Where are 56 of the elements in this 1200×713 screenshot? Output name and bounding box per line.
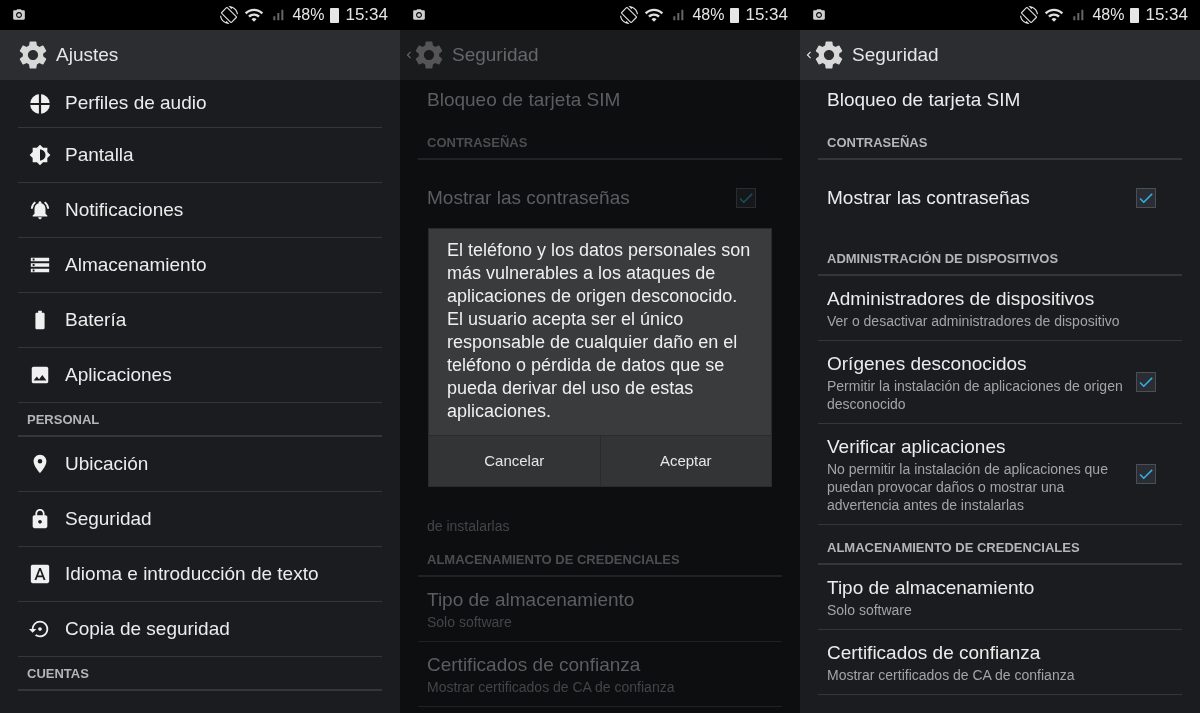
screen-title: Seguridad: [852, 42, 939, 67]
item-summary: de instalarlas: [426, 517, 511, 536]
dialog-button[interactable]: Cancelar: [429, 436, 600, 486]
screen-rotation-icon: [220, 6, 239, 24]
battery-icon: [730, 7, 740, 23]
checkbox[interactable]: [1136, 188, 1156, 208]
clock: 15:34: [1145, 4, 1188, 27]
settings-item[interactable]: Copia de seguridad: [18, 602, 382, 657]
settings-item[interactable]: Notificaciones: [18, 183, 382, 238]
battery-percentage: 48%: [692, 5, 725, 25]
screen-title: Seguridad: [452, 42, 539, 67]
settings-item[interactable]: Mostrar las contraseñas: [818, 160, 1182, 236]
contrast-icon: [29, 144, 51, 166]
battery-icon: [330, 7, 340, 23]
settings-item[interactable]: Perfiles de audio: [18, 80, 382, 128]
font-icon: [29, 563, 51, 585]
settings-item[interactable]: Orígenes desconocidos Permitir la instalación de aplicaciones de origen desconocido: [818, 341, 1182, 424]
settings-item[interactable]: Batería: [18, 293, 382, 348]
section-header: PERSONAL: [27, 410, 100, 429]
settings-item[interactable]: Certificados de confianza Mostrar certificados de CA de confianza: [818, 630, 1182, 695]
settings-item[interactable]: Administradores de dispositivos Ver o desactivar administradores de dispositivo: [818, 276, 1182, 341]
section-header: CONTRASEÑAS: [427, 133, 528, 152]
clock: 15:34: [345, 4, 388, 27]
settings-item[interactable]: Bloqueo de tarjeta SIM: [818, 80, 1182, 120]
battery-percentage: 48%: [292, 5, 325, 25]
checkbox[interactable]: [736, 188, 756, 208]
camera-icon: [412, 8, 426, 22]
bell-icon: [29, 199, 51, 221]
checkbox[interactable]: [1136, 464, 1156, 484]
checkbox[interactable]: [1136, 372, 1156, 392]
section-header: ADMINISTRACIÓN DE DISPOSITIVOS: [827, 249, 1059, 268]
camera-icon: [12, 8, 26, 22]
settings-item[interactable]: Almacenamiento: [18, 238, 382, 293]
screen-rotation-icon: [1020, 6, 1039, 24]
battery-icon: [1130, 7, 1140, 23]
screen-title: Ajustes: [56, 42, 119, 67]
settings-item[interactable]: Idioma e introducción de texto: [18, 547, 382, 602]
section-header: CUENTAS: [27, 664, 89, 683]
quartered-circle-icon: [29, 92, 51, 115]
settings-item[interactable]: Tipo de almacenamiento Solo software: [818, 565, 1182, 630]
section-header: CONTRASEÑAS: [827, 133, 928, 152]
dialog-message: El teléfono y los datos personales son más vulnerables a los ataques de aplicaciones de origen desconocido. El usuario acepta ser el único responsable de cualquier daño en el teléfono o pérdida de datos que se pueda derivar del uso de estas aplicaciones.: [446, 239, 752, 423]
screen-rotation-icon: [620, 6, 639, 24]
clock: 15:34: [745, 4, 788, 27]
restore-icon: [29, 618, 51, 640]
section-header: ALMACENAMIENTO DE CREDENCIALES: [827, 538, 1080, 557]
section-header: ALMACENAMIENTO DE CREDENCIALES: [427, 550, 680, 569]
settings-item[interactable]: Seguridad: [18, 492, 382, 547]
settings-item[interactable]: Verificar aplicaciones No permitir la instalación de aplicaciones que puedan provocar daños o mostrar una advertencia antes de instalarlas: [818, 424, 1182, 525]
settings-item[interactable]: Ubicación: [18, 437, 382, 492]
settings-item[interactable]: Pantalla: [18, 128, 382, 183]
dialog-button[interactable]: Aceptar: [599, 436, 771, 486]
camera-icon: [812, 8, 826, 22]
settings-item[interactable]: Aplicaciones: [18, 348, 382, 403]
picture-icon: [29, 364, 51, 386]
battery-percentage: 48%: [1092, 5, 1125, 25]
